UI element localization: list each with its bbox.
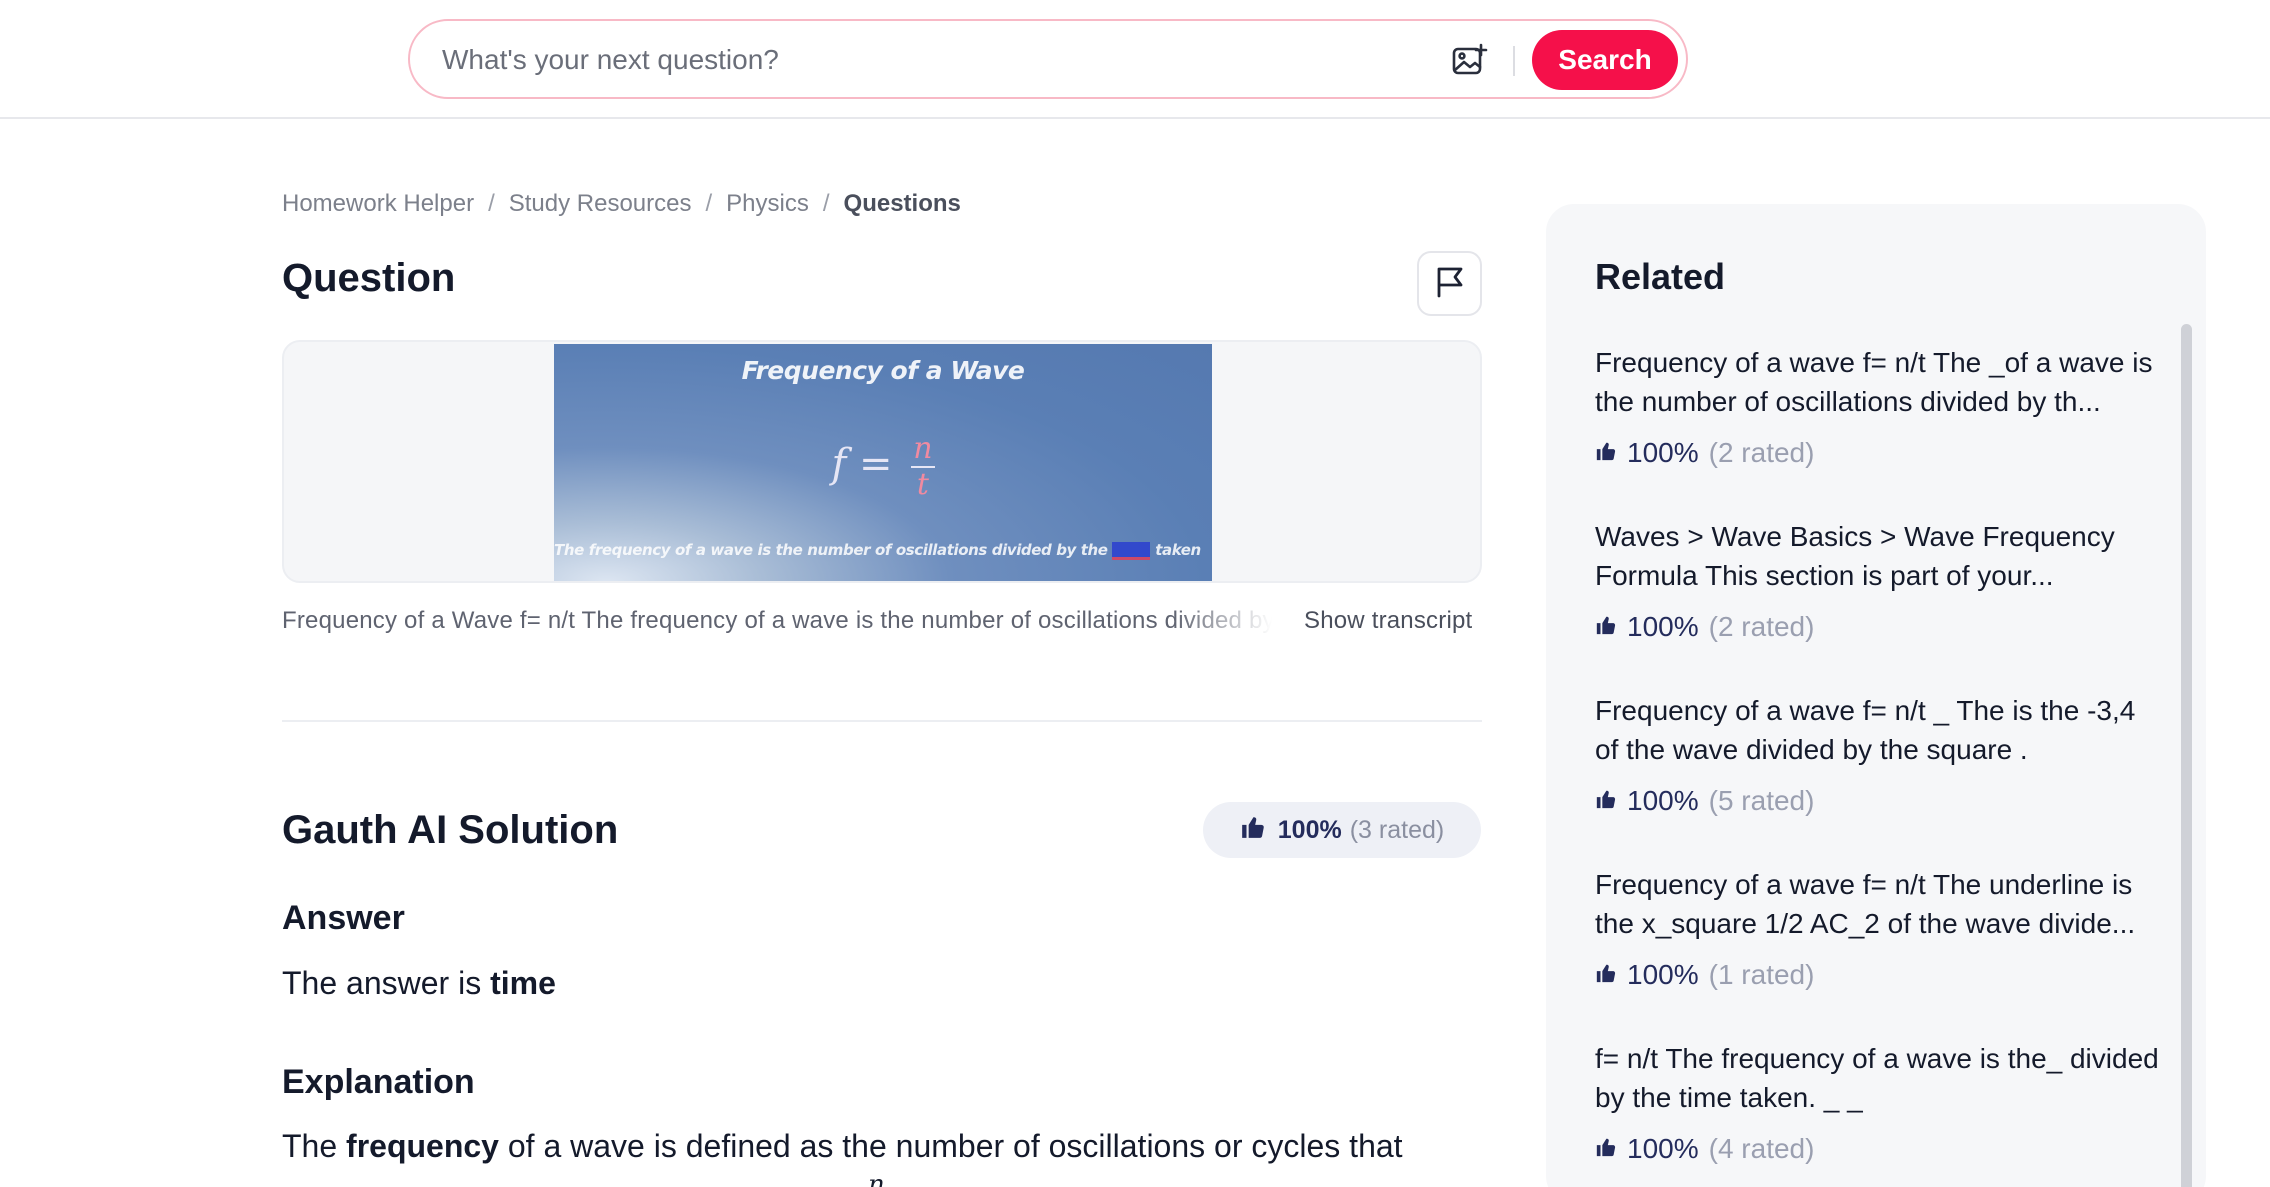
- related-item-rating: 100% (1 rated): [1595, 957, 2165, 993]
- thumbs-up-icon: [1595, 611, 1617, 643]
- related-item-percent: 100%: [1627, 1133, 1699, 1164]
- explanation-prefix: The: [282, 1128, 347, 1164]
- related-item-percent: 100%: [1627, 611, 1699, 642]
- related-item-count: (1 rated): [1708, 959, 1815, 990]
- image-formula: f = n t: [554, 432, 1212, 502]
- image-plus-icon[interactable]: [1450, 41, 1490, 81]
- explanation-heading: Explanation: [282, 1063, 475, 1101]
- related-item-percent: 100%: [1627, 959, 1699, 990]
- related-item-text: Frequency of a wave f= n/t The _of a wav…: [1595, 347, 2153, 417]
- related-item-text: Frequency of a wave f= n/t _ The is the …: [1595, 695, 2136, 765]
- related-item[interactable]: Frequency of a wave f= n/t _ The is the …: [1595, 691, 2165, 819]
- section-divider: [282, 720, 1482, 722]
- search-bar: Search: [408, 19, 1688, 99]
- related-item-count: (2 rated): [1708, 611, 1815, 642]
- thumbs-up-icon: [1240, 814, 1266, 847]
- question-image: Frequency of a Wave f = n t The frequenc…: [554, 344, 1212, 581]
- transcript-preview: Frequency of a Wave f= n/t The frequency…: [282, 607, 1272, 634]
- explanation-bold-term: frequency: [346, 1128, 499, 1164]
- breadcrumb-study-resources[interactable]: Study Resources: [509, 190, 692, 218]
- related-item[interactable]: Frequency of a wave f= n/t The _of a wav…: [1595, 343, 2165, 471]
- question-image-card[interactable]: Frequency of a Wave f = n t The frequenc…: [282, 340, 1482, 583]
- thumbs-up-icon: [1595, 437, 1617, 469]
- breadcrumb-homework-helper[interactable]: Homework Helper: [282, 190, 474, 218]
- solution-heading: Gauth AI Solution: [282, 808, 619, 852]
- show-transcript-link[interactable]: Show transcript: [1304, 607, 1472, 635]
- related-item-rating: 100% (2 rated): [1595, 609, 2165, 645]
- breadcrumb-physics[interactable]: Physics: [726, 190, 809, 218]
- image-caption-end: taken: [1155, 541, 1201, 559]
- image-caption-blank: [1112, 541, 1151, 560]
- search-button[interactable]: Search: [1532, 30, 1678, 90]
- solution-rating[interactable]: 100% (3 rated): [1203, 802, 1481, 858]
- formula-denominator: t: [916, 467, 929, 502]
- related-item-count: (4 rated): [1708, 1133, 1815, 1164]
- explanation-text: The frequency of a wave is defined as th…: [282, 1128, 1403, 1165]
- answer-value: time: [490, 965, 556, 1001]
- related-scrollbar[interactable]: [2181, 324, 2192, 1187]
- answer-text: The answer is time: [282, 965, 556, 1002]
- solution-rating-count: (3 rated): [1349, 815, 1445, 844]
- related-item-text: Frequency of a wave f= n/t The underline…: [1595, 869, 2136, 939]
- breadcrumb-separator: /: [488, 190, 495, 217]
- explanation-formula-fragment: n: [868, 1170, 885, 1187]
- related-item[interactable]: f= n/t The frequency of a wave is the_ d…: [1595, 1039, 2165, 1167]
- search-divider: [1513, 46, 1515, 76]
- answer-prefix: The answer is: [282, 965, 491, 1001]
- formula-fraction: n t: [911, 431, 935, 502]
- breadcrumb-separator: /: [822, 190, 830, 217]
- formula-numerator: n: [911, 431, 935, 468]
- image-caption-start: The frequency of a wave is the number of…: [554, 541, 1108, 559]
- related-item-count: (5 rated): [1708, 785, 1815, 816]
- answer-heading: Answer: [282, 899, 405, 937]
- breadcrumb: Homework Helper / Study Resources / Phys…: [282, 187, 961, 221]
- related-item-rating: 100% (5 rated): [1595, 783, 2165, 819]
- related-item-text: f= n/t The frequency of a wave is the_ d…: [1595, 1043, 2159, 1113]
- image-caption: The frequency of a wave is the number of…: [554, 541, 1201, 560]
- thumbs-up-icon: [1595, 1133, 1617, 1165]
- breadcrumb-separator: /: [705, 190, 713, 217]
- related-panel: Related Frequency of a wave f= n/t The _…: [1546, 204, 2206, 1187]
- related-heading: Related: [1595, 256, 1726, 297]
- related-item-rating: 100% (4 rated): [1595, 1131, 2165, 1167]
- related-item-text: Waves > Wave Basics > Wave Frequency For…: [1595, 521, 2115, 591]
- thumbs-up-icon: [1595, 959, 1617, 991]
- related-item-percent: 100%: [1627, 785, 1699, 816]
- solution-rating-percent: 100%: [1277, 815, 1342, 844]
- question-heading: Question: [282, 256, 456, 300]
- search-input[interactable]: [442, 37, 1442, 83]
- image-title: Frequency of a Wave: [741, 356, 1025, 385]
- breadcrumb-questions: Questions: [843, 190, 961, 217]
- report-button[interactable]: [1417, 251, 1482, 316]
- related-item-percent: 100%: [1627, 437, 1699, 468]
- related-item-count: (2 rated): [1708, 437, 1815, 468]
- thumbs-up-icon: [1595, 785, 1617, 817]
- top-bar: Search: [0, 0, 2270, 119]
- related-item[interactable]: Waves > Wave Basics > Wave Frequency For…: [1595, 517, 2165, 645]
- related-item-rating: 100% (2 rated): [1595, 435, 2165, 471]
- related-item[interactable]: Frequency of a wave f= n/t The underline…: [1595, 865, 2165, 993]
- formula-lhs: f =: [831, 441, 893, 487]
- explanation-rest: of a wave is defined as the number of os…: [498, 1128, 1403, 1164]
- flag-icon: [1433, 265, 1467, 302]
